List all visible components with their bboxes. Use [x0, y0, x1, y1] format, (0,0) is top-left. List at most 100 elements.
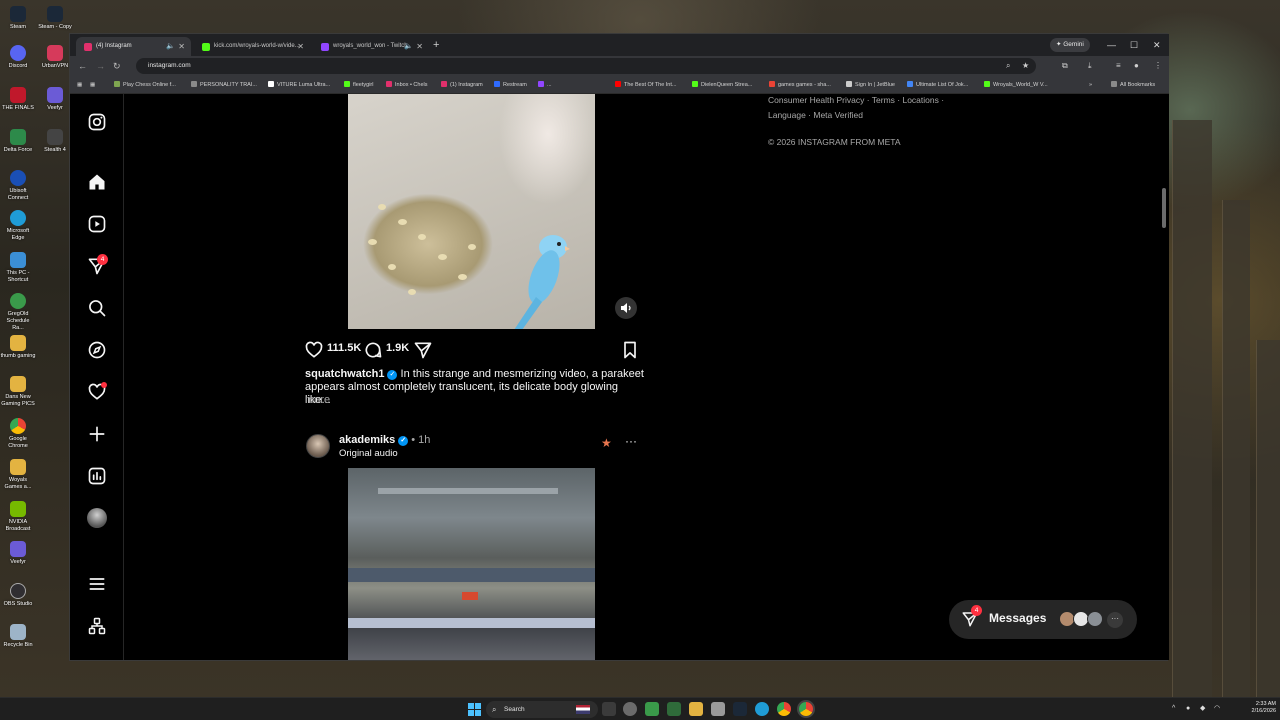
more-options-icon[interactable]: ···	[625, 434, 637, 448]
desktop-icon-steam-copy[interactable]: Steam - Copy	[37, 6, 73, 31]
new-tab-button[interactable]: +	[433, 37, 439, 53]
desktop-icon-dans-new-gaming-pics[interactable]: Dans New Gaming PICS	[0, 376, 36, 408]
settings-gear-icon[interactable]	[623, 702, 637, 716]
desktop-icon-woyals-games[interactable]: Woyals Games a...	[0, 459, 36, 491]
app-icon[interactable]	[667, 702, 681, 716]
post1-video[interactable]	[297, 94, 648, 329]
forward-icon[interactable]: →	[96, 58, 105, 74]
original-audio-link[interactable]: Original audio	[339, 448, 398, 459]
post1-username[interactable]: squatchwatch1	[305, 368, 384, 380]
desktop-icon-veefyr-2[interactable]: Veefyr	[0, 541, 36, 566]
profile-avatar-icon[interactable]	[87, 508, 107, 528]
post2-username[interactable]: akademiks	[339, 434, 395, 446]
search-icon[interactable]	[87, 298, 107, 318]
home-icon[interactable]	[87, 172, 107, 192]
extensions-icon[interactable]: ⧉	[1062, 60, 1068, 72]
tray-app-icon[interactable]: ●	[1186, 704, 1190, 714]
edge-icon[interactable]	[755, 702, 769, 716]
tab-groups-icon[interactable]: ▦	[90, 79, 95, 91]
desktop-icon-this-pc[interactable]: This PC - Shortcut	[0, 252, 36, 284]
like-heart-icon[interactable]	[304, 340, 324, 360]
desktop-icon-nvidia-broadcast[interactable]: NVIDIA Broadcast	[0, 501, 36, 533]
more-bookmarks-icon[interactable]: »	[1089, 79, 1092, 91]
comment-icon[interactable]	[363, 340, 383, 360]
chrome-active-icon[interactable]	[799, 702, 813, 716]
desktop-icon-the-finals[interactable]: THE FINALS	[0, 87, 36, 112]
bookmark-item[interactable]: Play Chess Online f...	[114, 79, 176, 91]
comments-count[interactable]: 1.9K	[386, 342, 409, 354]
desktop-icon-urbanvpn[interactable]: UrbanVPN	[37, 45, 73, 70]
bookmark-item[interactable]: games games - sha...	[769, 79, 831, 91]
bookmark-item[interactable]: Wroyals_World_W V...	[984, 79, 1048, 91]
bookmark-item[interactable]: (1) Instagram	[441, 79, 483, 91]
speaker-icon[interactable]: 🔈	[404, 37, 413, 56]
save-bookmark-icon[interactable]	[620, 340, 640, 360]
bookmark-item[interactable]: ...	[538, 79, 552, 91]
bookmark-item[interactable]: Restream	[494, 79, 527, 91]
instagram-logo-icon[interactable]	[87, 112, 107, 132]
speaker-icon[interactable]: 🔈	[166, 37, 175, 56]
bookmark-item[interactable]: The Best Of The Int...	[615, 79, 676, 91]
page-scrollbar[interactable]	[1162, 188, 1166, 228]
bookmark-item[interactable]: Sign In | JetBlue	[846, 79, 895, 91]
desktop-icon-stealth[interactable]: Stealth 4	[37, 129, 73, 154]
explore-icon[interactable]	[87, 340, 107, 360]
profile-icon[interactable]: ●	[1134, 60, 1139, 72]
bookmark-item[interactable]: VITURE Luma Ultra...	[268, 79, 330, 91]
messages-button[interactable]: 4 Messages ···	[949, 600, 1137, 639]
tab-kick[interactable]: kick.com/wroyals-world-w/vide... ✕	[194, 37, 310, 56]
desktop-icon-steam[interactable]: Steam	[0, 6, 36, 31]
close-tab-icon[interactable]: ✕	[178, 37, 185, 56]
desktop-icon-delta-force[interactable]: Delta Force	[0, 129, 36, 154]
tray-chevron-icon[interactable]: ^	[1172, 704, 1175, 714]
bookmark-item[interactable]: Ultimate List Of Jok...	[907, 79, 968, 91]
hamburger-menu-icon[interactable]	[87, 574, 107, 594]
minimize-button[interactable]: —	[1107, 37, 1116, 53]
media-player-icon[interactable]	[645, 702, 659, 716]
reels-icon[interactable]	[87, 214, 107, 234]
gemini-button[interactable]: ✦ Gemini	[1050, 38, 1090, 52]
taskbar-clock[interactable]: 2:33 AM 2/16/2026	[1230, 701, 1276, 715]
share-icon[interactable]	[413, 340, 433, 360]
likes-count[interactable]: 111.5K	[327, 342, 361, 354]
wifi-icon[interactable]: ◠	[1214, 704, 1220, 714]
dashboard-icon[interactable]	[87, 466, 107, 486]
tab-instagram[interactable]: (4) Instagram 🔈 ✕	[76, 37, 191, 56]
desktop-icon-google-chrome[interactable]: Google Chrome	[0, 418, 36, 450]
chrome-icon[interactable]	[777, 702, 791, 716]
search-icon[interactable]: ⌕	[1006, 58, 1010, 74]
taskbar-search-box[interactable]: ⌕ Search	[486, 701, 598, 718]
desktop-icon-microsoft-edge[interactable]: Microsoft Edge	[0, 210, 36, 242]
also-from-meta-icon[interactable]	[87, 616, 107, 636]
task-view-icon[interactable]	[602, 702, 616, 716]
desktop-icon-obs-studio[interactable]: OBS Studio	[0, 583, 36, 608]
reload-icon[interactable]: ↻	[113, 58, 121, 74]
create-plus-icon[interactable]	[87, 424, 107, 444]
close-tab-icon[interactable]: ✕	[416, 37, 423, 56]
desktop-icon-ubisoft-connect[interactable]: Ubisoft Connect	[0, 170, 36, 202]
desktop-icon-veefyr[interactable]: Veefyr	[37, 87, 73, 112]
desktop-icon-thumb-gaming[interactable]: thumb gaming	[0, 335, 36, 360]
menu-icon[interactable]: ⋮	[1154, 60, 1162, 72]
all-bookmarks-button[interactable]: All Bookmarks	[1111, 79, 1155, 91]
desktop-icon-recycle-bin[interactable]: Recycle Bin	[0, 624, 36, 649]
post2-video[interactable]	[297, 468, 648, 660]
desktop-icon-discord[interactable]: Discord	[0, 45, 36, 70]
address-bar[interactable]: instagram.com ⌕ ★	[136, 58, 1036, 74]
close-tab-icon[interactable]: ✕	[297, 37, 304, 56]
footer-links-line2[interactable]: Language · Meta Verified	[768, 110, 863, 120]
file-explorer-icon[interactable]	[689, 702, 703, 716]
close-window-button[interactable]: ✕	[1153, 37, 1161, 53]
desktop-icon-gregold[interactable]: GregOld Schedule Ra...	[0, 293, 36, 332]
tray-app-icon[interactable]: ◆	[1200, 704, 1205, 714]
store-icon[interactable]	[711, 702, 725, 716]
bookmark-item[interactable]: fleetygirl	[344, 79, 373, 91]
apps-icon[interactable]: ▦	[77, 79, 82, 91]
footer-links-line1[interactable]: Consumer Health Privacy · Terms · Locati…	[768, 95, 944, 105]
bookmark-item[interactable]: DielenQueen Strea...	[692, 79, 752, 91]
maximize-button[interactable]: ☐	[1130, 37, 1138, 53]
bookmark-item[interactable]: PERSONALITY TRAI...	[191, 79, 257, 91]
bookmark-item[interactable]: Inbox • Chels	[386, 79, 428, 91]
media-icon[interactable]: ≡	[1116, 60, 1121, 72]
windows-start-icon[interactable]	[468, 703, 481, 716]
